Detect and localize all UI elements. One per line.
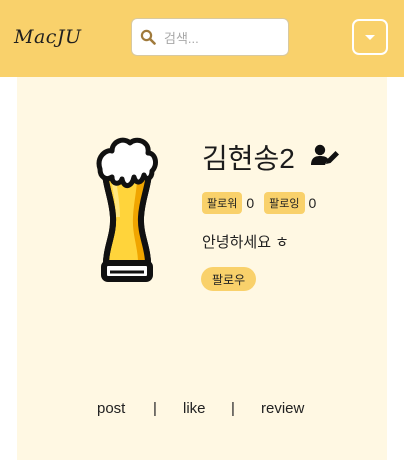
tab-like[interactable]: like bbox=[183, 400, 206, 417]
followers-count: 0 bbox=[246, 195, 255, 211]
profile-bio: 안녕하세요 ㅎ bbox=[202, 234, 289, 251]
tab-separator: | bbox=[153, 400, 157, 417]
brand-logo[interactable]: MacJU bbox=[14, 26, 82, 48]
following-count: 0 bbox=[308, 195, 317, 211]
navbar: MacJU bbox=[0, 0, 404, 77]
tab-review[interactable]: review bbox=[261, 400, 304, 417]
navbar-menu-toggle[interactable] bbox=[352, 19, 388, 55]
tab-post[interactable]: post bbox=[97, 400, 125, 417]
follow-button[interactable]: 팔로우 bbox=[201, 267, 257, 291]
profile-username: 김현송2 bbox=[202, 143, 295, 174]
caret-down-icon bbox=[365, 35, 375, 40]
search-box[interactable] bbox=[131, 18, 289, 56]
user-edit-icon[interactable] bbox=[311, 144, 341, 166]
search-input[interactable] bbox=[162, 27, 284, 49]
follow-stats: 팔로워 0 팔로잉 0 bbox=[202, 192, 326, 214]
tab-separator: | bbox=[231, 400, 235, 417]
search-icon bbox=[140, 29, 156, 45]
followers-badge[interactable]: 팔로워 bbox=[202, 192, 243, 214]
profile-card: 김현송2 팔로워 0 팔로잉 0 안녕하세요 ㅎ 팔로우 post | like | … bbox=[17, 77, 387, 460]
beer-glass-icon bbox=[96, 137, 158, 282]
following-badge[interactable]: 팔로잉 bbox=[264, 192, 305, 214]
